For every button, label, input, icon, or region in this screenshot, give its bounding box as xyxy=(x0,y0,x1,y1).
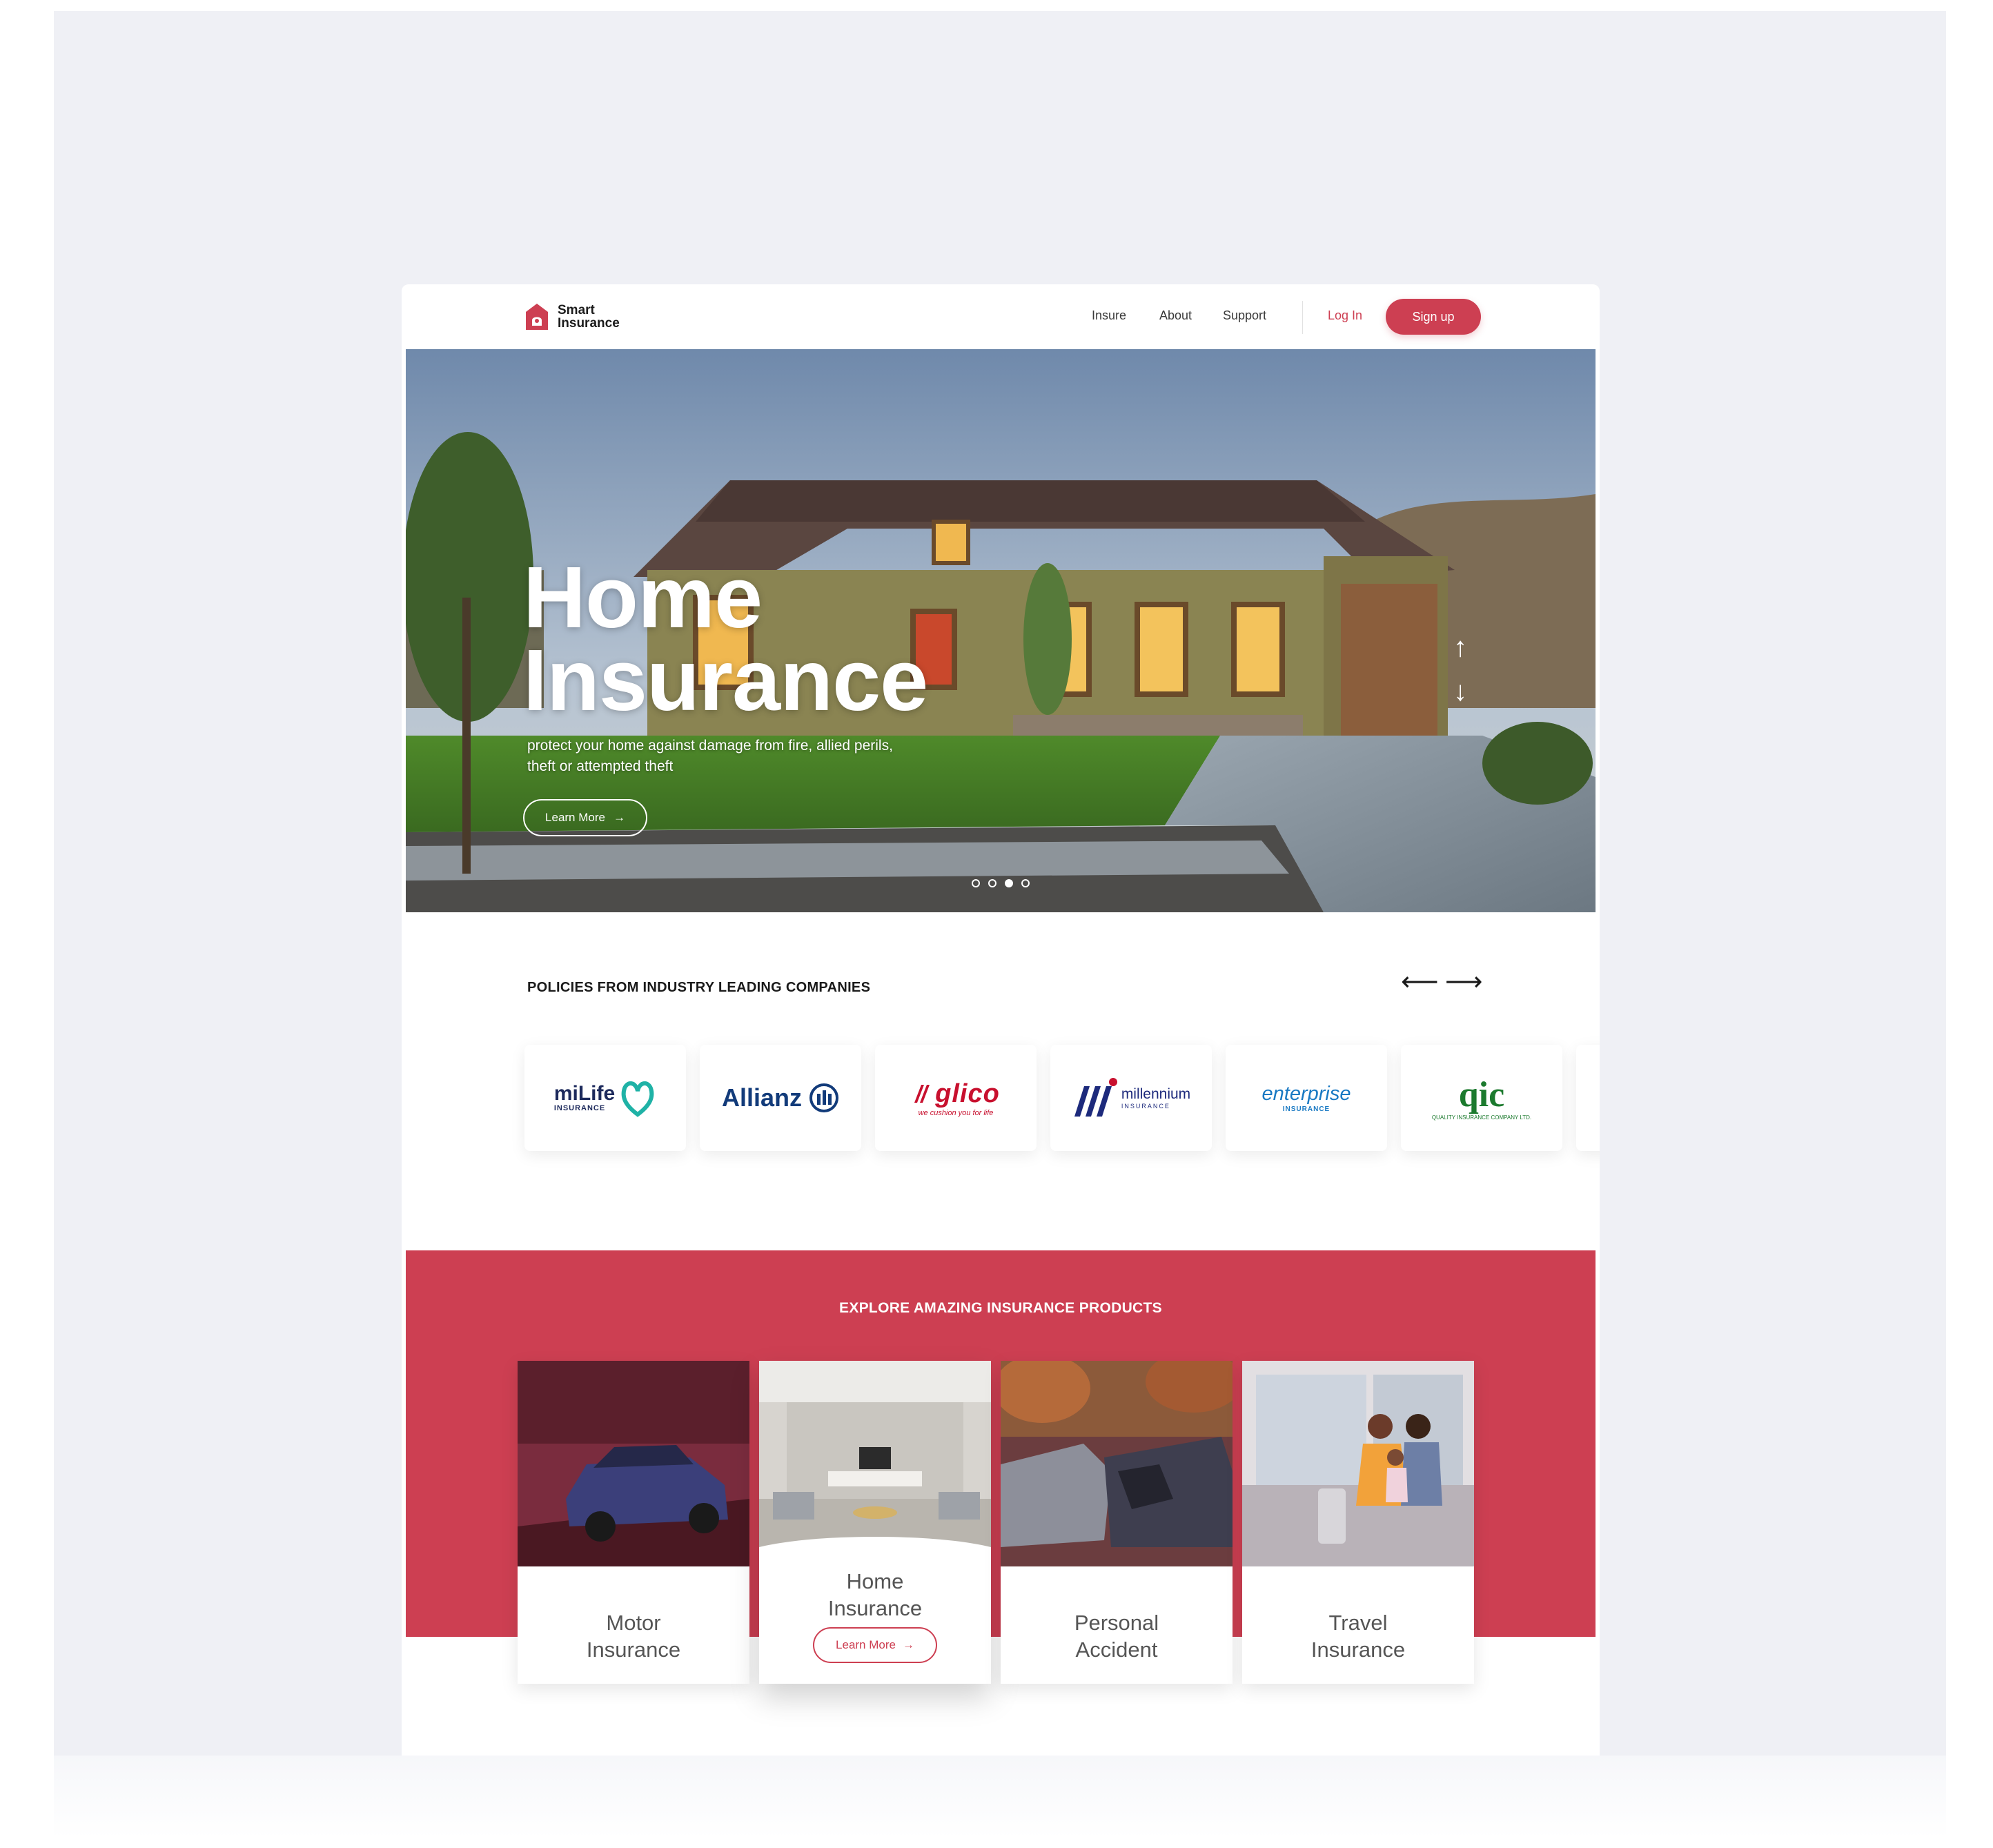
glico-wordmark: Glico xyxy=(935,1079,1000,1108)
personal-accident-line1: Personal xyxy=(1074,1611,1159,1635)
house-logo-icon xyxy=(524,302,549,331)
partner-card-qic[interactable]: QIC QUALITY INSURANCE COMPANY LTD. xyxy=(1401,1045,1562,1151)
milife-logo: miLife INSURANCE xyxy=(554,1079,656,1117)
hero-button-label: Learn More xyxy=(545,811,605,824)
qic-logo: QIC QUALITY INSURANCE COMPANY LTD. xyxy=(1431,1074,1532,1121)
personal-accident-title: Personal Accident xyxy=(1001,1609,1233,1663)
hero-title-line1: Home xyxy=(523,549,763,646)
hero-description: protect your home against damage from fi… xyxy=(527,738,893,774)
milife-heart-icon xyxy=(621,1081,654,1117)
arrow-down-icon[interactable]: ↓ xyxy=(1453,669,1467,714)
milife-wordmark: miLife xyxy=(553,1082,616,1105)
partner-card-milife[interactable]: miLife INSURANCE xyxy=(524,1045,686,1151)
travel-title: Travel Insurance xyxy=(1242,1609,1474,1663)
carousel-dot-3[interactable] xyxy=(1005,879,1013,887)
carousel-dot-1[interactable] xyxy=(972,879,980,887)
motor-title-line2: Insurance xyxy=(586,1638,681,1662)
millennium-mark-icon xyxy=(1074,1078,1117,1117)
motor-car-image xyxy=(518,1361,749,1566)
brand-line1: Smart xyxy=(558,303,595,317)
brand-line2: Insurance xyxy=(558,316,620,331)
brand-name: Smart Insurance xyxy=(558,304,620,330)
partner-card-enterprise[interactable]: enterprise INSURANCE xyxy=(1226,1045,1387,1151)
home-title: Home Insurance xyxy=(759,1568,991,1622)
enterprise-logo: enterprise INSURANCE xyxy=(1262,1083,1351,1113)
partners-heading: POLICIES FROM INDUSTRY LEADING COMPANIES xyxy=(527,980,871,995)
site-header: Smart Insurance Insure About Support Log… xyxy=(402,284,1600,349)
product-card-travel[interactable]: Travel Insurance xyxy=(1242,1361,1474,1684)
products-heading: EXPLORE AMAZING INSURANCE PRODUCTS xyxy=(839,1300,1162,1316)
partner-card-millennium[interactable]: millennium INSURANCE xyxy=(1050,1045,1212,1151)
enterprise-sub: INSURANCE xyxy=(1282,1105,1331,1113)
millennium-logo: millennium INSURANCE xyxy=(1072,1077,1190,1119)
millennium-sub: INSURANCE xyxy=(1121,1103,1170,1110)
partner-card-glico[interactable]: Glico we cushion you for life xyxy=(875,1045,1037,1151)
showcase-fade xyxy=(54,1756,1946,1838)
nav-divider xyxy=(1302,301,1303,334)
personal-accident-line2: Accident xyxy=(1075,1638,1158,1662)
hero-title: Home Insurance xyxy=(523,549,928,729)
login-link[interactable]: Log In xyxy=(1328,308,1362,323)
arrow-right-icon: → xyxy=(613,811,625,824)
home-living-room-image xyxy=(759,1361,991,1566)
allianz-logo: Allianz xyxy=(722,1083,839,1113)
hero-title-line2: Insurance xyxy=(523,631,928,729)
millennium-wordmark: millennium xyxy=(1121,1086,1191,1102)
brand-logo[interactable]: Smart Insurance xyxy=(524,302,620,331)
travel-title-line1: Travel xyxy=(1328,1611,1388,1635)
home-title-line2: Insurance xyxy=(827,1596,923,1620)
partners-next-arrow-icon[interactable]: ⟶ xyxy=(1445,966,1482,997)
hero-learn-more-button[interactable]: Learn More → xyxy=(523,799,647,836)
qic-sub: QUALITY INSURANCE COMPANY LTD. xyxy=(1431,1114,1532,1121)
arrow-up-icon[interactable]: ↑ xyxy=(1453,625,1467,669)
car-crash-image xyxy=(1001,1361,1233,1566)
arrow-right-icon: → xyxy=(902,1638,914,1651)
home-button-label: Learn More xyxy=(836,1638,896,1651)
carousel-dot-2[interactable] xyxy=(988,879,997,887)
product-card-motor[interactable]: Motor Insurance xyxy=(518,1361,749,1684)
glico-logo: Glico we cushion you for life xyxy=(912,1079,1000,1117)
home-title-line1: Home xyxy=(846,1569,904,1593)
motor-title-line1: Motor xyxy=(606,1611,661,1635)
enterprise-wordmark: enterprise xyxy=(1261,1083,1351,1105)
signup-button[interactable]: Sign up xyxy=(1386,299,1481,335)
partner-card-allianz[interactable]: Allianz xyxy=(700,1045,861,1151)
slide-scroll-control[interactable]: ↑ ↓ xyxy=(1453,625,1467,714)
allianz-eagle-icon xyxy=(809,1083,838,1112)
partners-prev-arrow-icon[interactable]: ⟵ xyxy=(1401,966,1438,997)
glico-stripes-icon xyxy=(914,1085,930,1103)
product-card-home[interactable]: Home Insurance Learn More → xyxy=(759,1361,991,1684)
motor-title: Motor Insurance xyxy=(518,1609,749,1663)
travel-family-image xyxy=(1242,1361,1474,1566)
carousel-dots xyxy=(972,879,1030,887)
home-learn-more-button[interactable]: Learn More → xyxy=(813,1627,937,1663)
nav-about[interactable]: About xyxy=(1159,308,1192,323)
milife-sub: INSURANCE xyxy=(553,1104,606,1112)
nav-insure[interactable]: Insure xyxy=(1092,308,1126,323)
travel-title-line2: Insurance xyxy=(1310,1638,1406,1662)
page: Smart Insurance Insure About Support Log… xyxy=(402,284,1600,1756)
qic-wordmark: QIC xyxy=(1458,1074,1505,1114)
hero-banner: Home Insurance protect your home against… xyxy=(406,349,1596,912)
glico-tagline: we cushion you for life xyxy=(918,1108,994,1117)
partner-card-partial[interactable] xyxy=(1576,1045,1600,1151)
nav-support[interactable]: Support xyxy=(1223,308,1266,323)
allianz-wordmark: Allianz xyxy=(721,1083,802,1112)
product-card-personal-accident[interactable]: Personal Accident xyxy=(1001,1361,1233,1684)
carousel-dot-4[interactable] xyxy=(1021,879,1030,887)
